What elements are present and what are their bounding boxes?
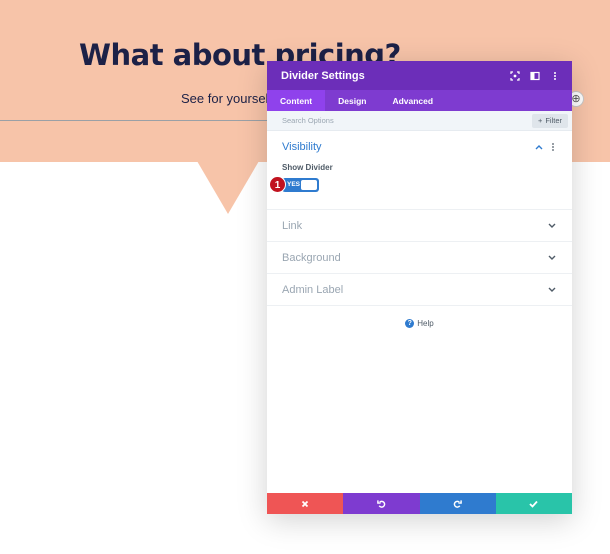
- save-button[interactable]: [495, 493, 572, 514]
- link-section-header[interactable]: Link: [267, 210, 572, 241]
- divider-settings-modal: Divider Settings Content Design Advanced…: [267, 61, 572, 514]
- close-icon: [301, 500, 309, 507]
- modal-title: Divider Settings: [281, 69, 365, 82]
- hero-pointer: [197, 161, 259, 214]
- link-section: Link: [267, 210, 572, 242]
- hero-subtitle: See for yoursel: [181, 91, 269, 106]
- plus-icon: +: [537, 116, 543, 125]
- help-icon: ?: [405, 319, 415, 328]
- search-options-input[interactable]: [282, 116, 532, 125]
- background-section-header[interactable]: Background: [267, 242, 572, 273]
- admin-label-section-title: Admin Label: [282, 283, 344, 296]
- tab-design[interactable]: Design: [325, 90, 379, 111]
- tab-content[interactable]: Content: [267, 90, 326, 111]
- show-divider-toggle[interactable]: YES: [282, 178, 319, 192]
- toggle-state-label: YES: [287, 181, 301, 188]
- expand-icon[interactable]: [508, 69, 522, 83]
- search-row: + Filter: [267, 111, 572, 131]
- more-options-icon[interactable]: [549, 142, 557, 152]
- undo-button[interactable]: [343, 493, 420, 514]
- redo-button[interactable]: [419, 493, 496, 514]
- filter-label: Filter: [545, 116, 562, 125]
- background-section-title: Background: [282, 251, 341, 264]
- sidebar-icon[interactable]: [528, 69, 542, 83]
- help-label: Help: [417, 319, 434, 328]
- chevron-down-icon[interactable]: [547, 253, 557, 263]
- show-divider-toggle-row: YES 1: [269, 176, 572, 196]
- tab-advanced[interactable]: Advanced: [379, 90, 446, 111]
- link-section-title: Link: [282, 219, 303, 232]
- modal-tabs: Content Design Advanced: [267, 90, 572, 111]
- admin-label-section-header[interactable]: Admin Label: [267, 274, 572, 305]
- page: What about pricing? See for yoursel ⊕ Di…: [0, 0, 610, 554]
- more-icon[interactable]: [548, 69, 562, 83]
- background-section: Background: [267, 242, 572, 274]
- step-badge: 1: [269, 176, 286, 193]
- show-divider-label: Show Divider: [282, 163, 333, 172]
- hero-divider-line: [0, 120, 290, 121]
- modal-footer: [267, 493, 572, 514]
- redo-icon: [453, 500, 462, 508]
- check-icon: [529, 500, 539, 508]
- filter-button[interactable]: + Filter: [531, 113, 568, 128]
- undo-icon: [377, 500, 386, 508]
- visibility-section-header[interactable]: Visibility: [267, 131, 572, 162]
- chevron-down-icon[interactable]: [547, 221, 557, 231]
- cancel-button[interactable]: [267, 493, 344, 514]
- visibility-section: Visibility Show Divider YES 1: [267, 131, 572, 210]
- modal-header: Divider Settings: [267, 61, 572, 90]
- visibility-section-title: Visibility: [282, 140, 322, 153]
- chevron-up-icon[interactable]: [534, 142, 544, 152]
- help-link[interactable]: ? Help: [267, 319, 572, 328]
- toggle-knob: [301, 180, 317, 190]
- admin-label-section: Admin Label: [267, 274, 572, 306]
- chevron-down-icon[interactable]: [547, 285, 557, 295]
